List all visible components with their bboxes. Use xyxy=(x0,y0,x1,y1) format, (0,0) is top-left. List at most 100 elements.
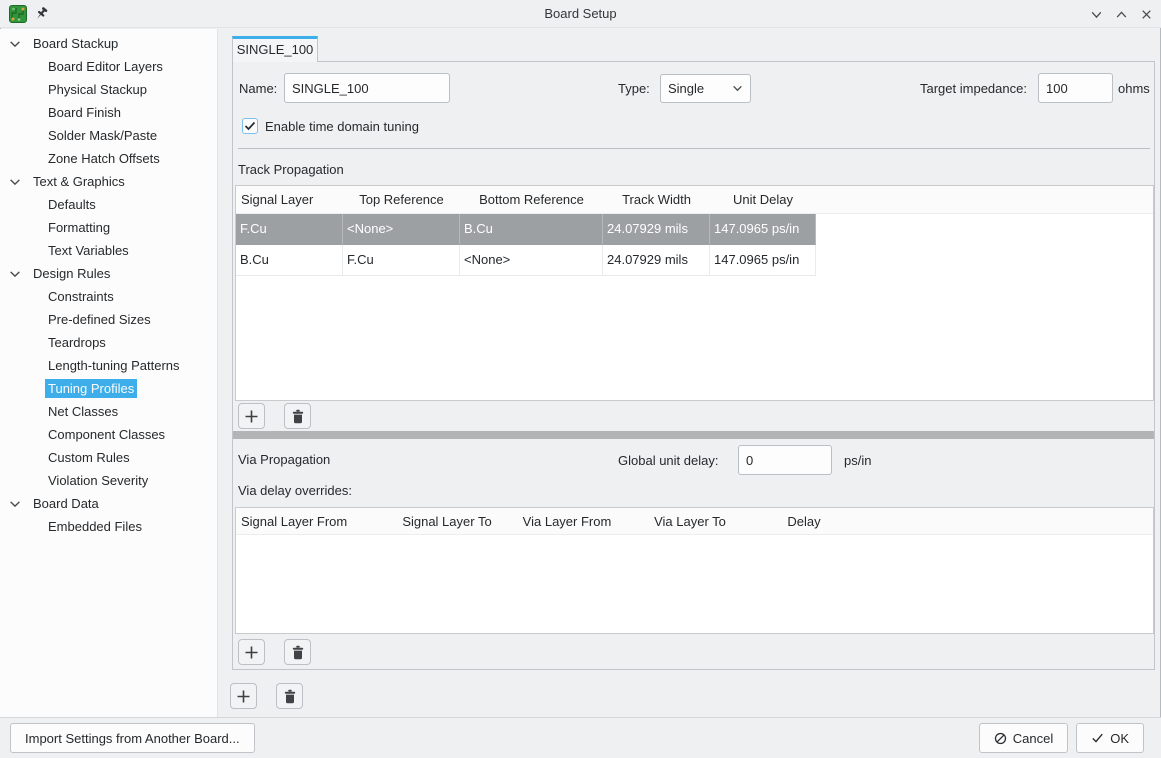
close-button[interactable] xyxy=(1139,7,1153,21)
section-divider xyxy=(238,148,1150,149)
sidebar-item-net-classes[interactable]: Net Classes xyxy=(0,400,217,423)
trash-icon xyxy=(291,409,305,424)
cell-track-width[interactable]: 24.07929 mils xyxy=(603,214,710,245)
check-icon xyxy=(1091,732,1104,744)
via-delay-overrides-label: Via delay overrides: xyxy=(238,482,352,499)
target-impedance-input[interactable] xyxy=(1038,73,1113,103)
window-title: Board Setup xyxy=(0,0,1161,28)
column-header: Track Width xyxy=(603,186,710,213)
table-row: B.Cu F.Cu <None> 24.07929 mils 147.0965 … xyxy=(236,245,1153,276)
via-propagation-title: Via Propagation xyxy=(238,451,330,468)
column-header: Bottom Reference xyxy=(460,186,603,213)
cancel-button[interactable]: Cancel xyxy=(979,723,1068,753)
target-impedance-label: Target impedance: xyxy=(920,80,1027,98)
ok-button[interactable]: OK xyxy=(1076,723,1144,753)
splitter-sash[interactable] xyxy=(233,431,1154,439)
trash-icon xyxy=(291,645,305,660)
sidebar-section-board-data[interactable]: Board Data xyxy=(0,492,217,515)
cell-signal-layer[interactable]: F.Cu xyxy=(236,214,343,245)
sidebar-section-text-graphics[interactable]: Text & Graphics xyxy=(0,170,217,193)
sidebar-item-violation-severity[interactable]: Violation Severity xyxy=(0,469,217,492)
global-unit-delay-unit: ps/in xyxy=(844,452,871,470)
column-header: Signal Layer To xyxy=(386,508,508,534)
sidebar-item-physical-stackup[interactable]: Physical Stackup xyxy=(0,78,217,101)
sidebar-item-length-tuning-patterns[interactable]: Length-tuning Patterns xyxy=(0,354,217,377)
track-table-header: Signal Layer Top Reference Bottom Refere… xyxy=(236,186,1153,214)
maximize-button[interactable] xyxy=(1114,7,1128,21)
column-header: Via Layer To xyxy=(626,508,754,534)
column-header: Top Reference xyxy=(343,186,460,213)
sidebar-item-tuning-profiles[interactable]: Tuning Profiles xyxy=(0,377,217,400)
via-overrides-table: Signal Layer From Signal Layer To Via La… xyxy=(235,507,1154,634)
table-row: F.Cu <None> B.Cu 24.07929 mils 147.0965 … xyxy=(236,214,1153,245)
cell-unit-delay[interactable]: 147.0965 ps/in xyxy=(710,245,816,276)
tab-single-100[interactable]: SINGLE_100 xyxy=(232,36,318,62)
sidebar-item-pre-defined-sizes[interactable]: Pre-defined Sizes xyxy=(0,308,217,331)
delete-profile-button[interactable] xyxy=(276,683,303,709)
dialog-footer: Import Settings from Another Board... Ca… xyxy=(0,717,1161,758)
trash-icon xyxy=(283,689,297,704)
sidebar-item-solder-mask-paste[interactable]: Solder Mask/Paste xyxy=(0,124,217,147)
sidebar-item-defaults[interactable]: Defaults xyxy=(0,193,217,216)
via-table-header: Signal Layer From Signal Layer To Via La… xyxy=(236,508,1153,535)
sidebar-item-formatting[interactable]: Formatting xyxy=(0,216,217,239)
cell-top-reference[interactable]: <None> xyxy=(343,214,460,245)
minimize-button[interactable] xyxy=(1089,7,1103,21)
add-via-override-button[interactable] xyxy=(238,639,265,665)
chevron-up-icon xyxy=(1115,8,1128,21)
cell-unit-delay[interactable]: 147.0965 ps/in xyxy=(710,214,816,245)
sidebar-item-zone-hatch-offsets[interactable]: Zone Hatch Offsets xyxy=(0,147,217,170)
chevron-down-icon xyxy=(732,83,743,94)
type-select[interactable]: Single xyxy=(660,74,751,103)
cell-track-width[interactable]: 24.07929 mils xyxy=(603,245,710,276)
column-header: Unit Delay xyxy=(710,186,816,213)
close-icon xyxy=(1140,8,1153,21)
sidebar-item-embedded-files[interactable]: Embedded Files xyxy=(0,515,217,538)
cell-top-reference[interactable]: F.Cu xyxy=(343,245,460,276)
sidebar-section-design-rules[interactable]: Design Rules xyxy=(0,262,217,285)
cell-signal-layer[interactable]: B.Cu xyxy=(236,245,343,276)
column-header: Delay xyxy=(754,508,854,534)
sidebar: Board Stackup Board Editor Layers Physic… xyxy=(0,29,218,717)
cell-bottom-reference[interactable]: <None> xyxy=(460,245,603,276)
import-settings-button[interactable]: Import Settings from Another Board... xyxy=(10,723,255,753)
add-track-row-button[interactable] xyxy=(238,403,265,429)
cell-bottom-reference[interactable]: B.Cu xyxy=(460,214,603,245)
plus-icon xyxy=(244,645,259,660)
column-header: Signal Layer xyxy=(236,186,343,213)
sidebar-item-board-finish[interactable]: Board Finish xyxy=(0,101,217,124)
delete-track-row-button[interactable] xyxy=(284,403,311,429)
sidebar-item-constraints[interactable]: Constraints xyxy=(0,285,217,308)
sidebar-item-teardrops[interactable]: Teardrops xyxy=(0,331,217,354)
sidebar-section-label: Board Stackup xyxy=(30,34,121,53)
type-label: Type: xyxy=(618,80,650,98)
chevron-down-icon xyxy=(1090,8,1103,21)
sidebar-section-board-stackup[interactable]: Board Stackup xyxy=(0,32,217,55)
chevron-down-icon xyxy=(9,268,21,280)
enable-time-domain-checkbox[interactable] xyxy=(242,118,258,134)
plus-icon xyxy=(244,409,259,424)
enable-time-domain-label[interactable]: Enable time domain tuning xyxy=(265,119,419,134)
add-profile-button[interactable] xyxy=(230,683,257,709)
sidebar-section-label: Design Rules xyxy=(30,264,113,283)
global-unit-delay-input[interactable] xyxy=(738,445,832,475)
cancel-icon xyxy=(994,732,1007,745)
sidebar-item-text-variables[interactable]: Text Variables xyxy=(0,239,217,262)
sidebar-item-board-editor-layers[interactable]: Board Editor Layers xyxy=(0,55,217,78)
track-propagation-title: Track Propagation xyxy=(238,161,344,178)
track-propagation-table: Signal Layer Top Reference Bottom Refere… xyxy=(235,185,1154,401)
tuning-profile-panel: Name: Type: Single Target impedance: ohm… xyxy=(232,61,1155,670)
global-unit-delay-label: Global unit delay: xyxy=(618,452,718,470)
target-impedance-unit: ohms xyxy=(1118,80,1150,98)
title-bar: Board Setup xyxy=(0,0,1161,28)
name-input[interactable] xyxy=(284,73,450,103)
delete-via-override-button[interactable] xyxy=(284,639,311,665)
sidebar-section-label: Text & Graphics xyxy=(30,172,128,191)
window-controls xyxy=(1089,0,1153,28)
column-header: Signal Layer From xyxy=(236,508,386,534)
plus-icon xyxy=(236,689,251,704)
chevron-down-icon xyxy=(9,498,21,510)
sidebar-item-component-classes[interactable]: Component Classes xyxy=(0,423,217,446)
column-header: Via Layer From xyxy=(508,508,626,534)
sidebar-item-custom-rules[interactable]: Custom Rules xyxy=(0,446,217,469)
